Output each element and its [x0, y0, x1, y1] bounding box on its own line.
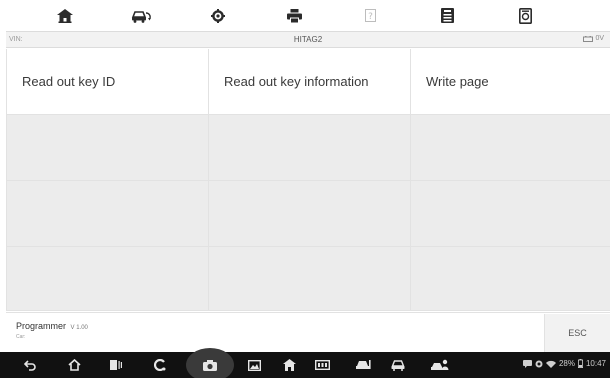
system-nav-bar: 28% 10:47 [0, 348, 610, 378]
vehicle-swap-icon [131, 10, 151, 23]
recent-apps-icon [110, 360, 122, 370]
car-icon [391, 359, 405, 371]
esc-label: ESC [568, 328, 587, 338]
maxisys-home-button[interactable] [277, 352, 301, 378]
screenshot-button[interactable] [198, 352, 222, 378]
remote-expert-icon [431, 359, 449, 370]
battery-percent: 28% [558, 359, 575, 368]
empty-cell [411, 115, 610, 181]
service-button[interactable] [352, 352, 376, 378]
maxisys-home-icon [282, 359, 296, 371]
battery-voltage: 0V [583, 35, 604, 42]
empty-cell [411, 247, 610, 311]
empty-cell [7, 181, 209, 247]
message-icon [522, 359, 532, 368]
settings-button[interactable] [198, 0, 238, 31]
save-icon [440, 8, 454, 23]
program-version: V 1.00 [70, 325, 88, 331]
car-label: Car: [16, 334, 26, 340]
info-bar: VIN: HITAG2 0V [6, 31, 610, 48]
read-key-id-button[interactable]: Read out key ID [7, 49, 209, 115]
vci-button[interactable] [148, 352, 172, 378]
tablet-battery-icon [577, 359, 583, 368]
empty-cell [7, 115, 209, 181]
read-key-information-label: Read out key information [224, 74, 369, 89]
battery-voltage-value: 0V [595, 35, 604, 42]
empty-cell [209, 115, 411, 181]
app-notification-icon [535, 360, 543, 367]
page-title: HITAG2 [293, 35, 323, 44]
clock: 10:47 [585, 359, 606, 368]
write-page-button[interactable]: Write page [411, 49, 610, 115]
vehicle-swap-button[interactable] [121, 0, 161, 31]
data-manager-icon [518, 7, 532, 24]
help-button[interactable]: ? [350, 0, 390, 31]
write-page-label: Write page [426, 74, 489, 89]
empty-cell [7, 247, 209, 311]
empty-cell [411, 181, 610, 247]
program-name: Programmer [16, 321, 67, 331]
gallery-icon [247, 359, 261, 371]
gallery-button[interactable] [242, 352, 266, 378]
app-screen: ? VIN: HITAG2 0V Read out key ID Read ou… [0, 0, 610, 378]
save-button[interactable] [427, 0, 467, 31]
data-manager-button[interactable] [505, 0, 545, 31]
remote-expert-button[interactable] [428, 352, 452, 378]
help-icon: ? [364, 9, 376, 22]
vehicle-button[interactable] [386, 352, 410, 378]
settings-icon [211, 8, 225, 23]
print-icon [286, 8, 302, 23]
home-button[interactable] [45, 0, 85, 31]
status-area: 28% 10:47 [522, 359, 606, 368]
footer-bar: Programmer V 1.00 Car: ESC [6, 312, 610, 352]
battery-icon [583, 35, 594, 42]
print-button[interactable] [274, 0, 314, 31]
function-grid: Read out key ID Read out key information… [6, 49, 610, 311]
vci-status-icon [314, 360, 330, 370]
svg-text:?: ? [368, 12, 373, 22]
back-icon [24, 360, 36, 371]
esc-button[interactable]: ESC [544, 314, 610, 352]
vci-icon [154, 359, 166, 371]
recent-apps-button[interactable] [104, 352, 128, 378]
read-key-id-label: Read out key ID [22, 74, 116, 89]
service-car-icon [356, 360, 371, 369]
system-home-icon [67, 359, 81, 371]
home-icon [57, 8, 73, 23]
system-home-button[interactable] [62, 352, 86, 378]
wifi-icon [545, 360, 556, 368]
back-button[interactable] [18, 352, 42, 378]
read-key-information-button[interactable]: Read out key information [209, 49, 411, 115]
empty-cell [209, 247, 411, 311]
empty-cell [209, 181, 411, 247]
top-toolbar: ? [0, 0, 610, 31]
camera-icon [203, 359, 217, 371]
vci-status-button[interactable] [310, 352, 334, 378]
program-info: Programmer V 1.00 [16, 321, 88, 331]
